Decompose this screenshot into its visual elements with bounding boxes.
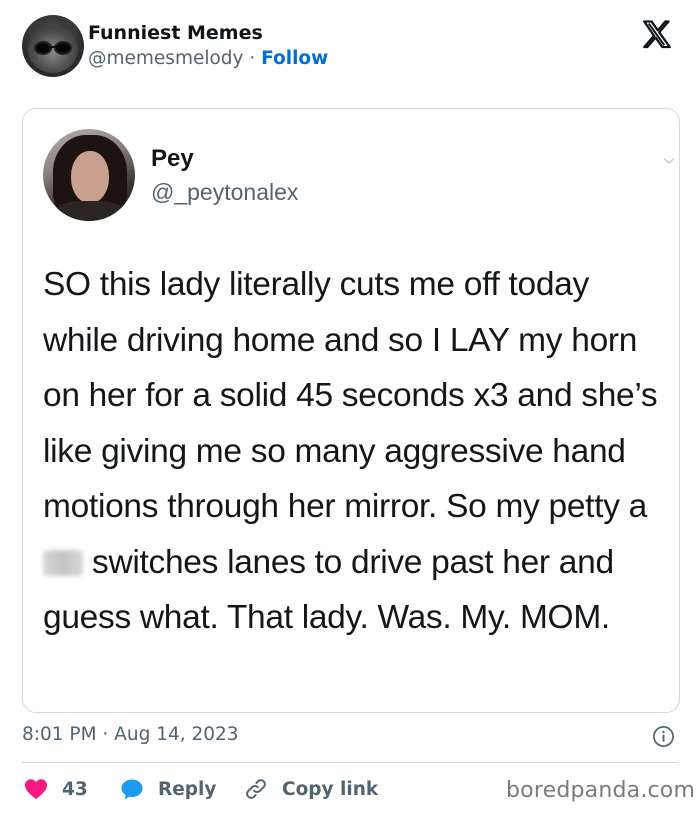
censored-word-blur (43, 549, 83, 576)
embedded-author-avatar (43, 129, 135, 221)
post-text-part-2: switches lanes to drive past her and gue… (43, 543, 614, 637)
avatar-face (71, 151, 109, 203)
x-logo-icon[interactable] (638, 18, 676, 52)
embedded-author-handle: @_peytonalex (151, 179, 299, 205)
chevron-down-icon (663, 157, 675, 164)
action-bar: 43 Reply Copy link (22, 773, 502, 805)
avatar-sunglass-left (34, 41, 52, 55)
reply-button[interactable]: Reply (120, 773, 216, 805)
info-icon[interactable] (652, 725, 675, 748)
like-button[interactable]: 43 (24, 773, 88, 805)
embedded-post-text: SO this lady literally cuts me off today… (43, 257, 671, 646)
follow-button[interactable]: Follow (261, 48, 328, 69)
handle-separator: · (243, 48, 262, 69)
embedded-author-name: Pey (151, 145, 194, 172)
author-name[interactable]: Funniest Memes (88, 22, 263, 44)
watermark: boredpanda.com (506, 778, 696, 803)
copy-link-button[interactable]: Copy link (244, 773, 378, 805)
embedded-post-card[interactable]: Pey @_peytonalex SO this lady literally … (22, 108, 680, 713)
author-handle-line: @memesmelody · Follow (88, 48, 328, 69)
author-avatar[interactable] (22, 15, 84, 77)
link-icon (246, 779, 266, 799)
avatar-shoulder (53, 201, 127, 221)
heart-icon (25, 779, 47, 799)
reply-label: Reply (158, 778, 217, 800)
author-handle[interactable]: @memesmelody (88, 48, 244, 69)
divider (22, 762, 678, 763)
avatar-sunglass-bridge (50, 46, 56, 48)
post-text-part-1: SO this lady literally cuts me off today… (43, 266, 658, 525)
reply-bubble-icon (121, 779, 143, 800)
post-timestamp[interactable]: 8:01 PM · Aug 14, 2023 (22, 724, 239, 745)
avatar-sunglass-right (54, 41, 72, 55)
copy-link-label: Copy link (282, 778, 379, 800)
like-count: 43 (62, 778, 88, 800)
post-header: Funniest Memes @memesmelody · Follow (0, 0, 700, 95)
